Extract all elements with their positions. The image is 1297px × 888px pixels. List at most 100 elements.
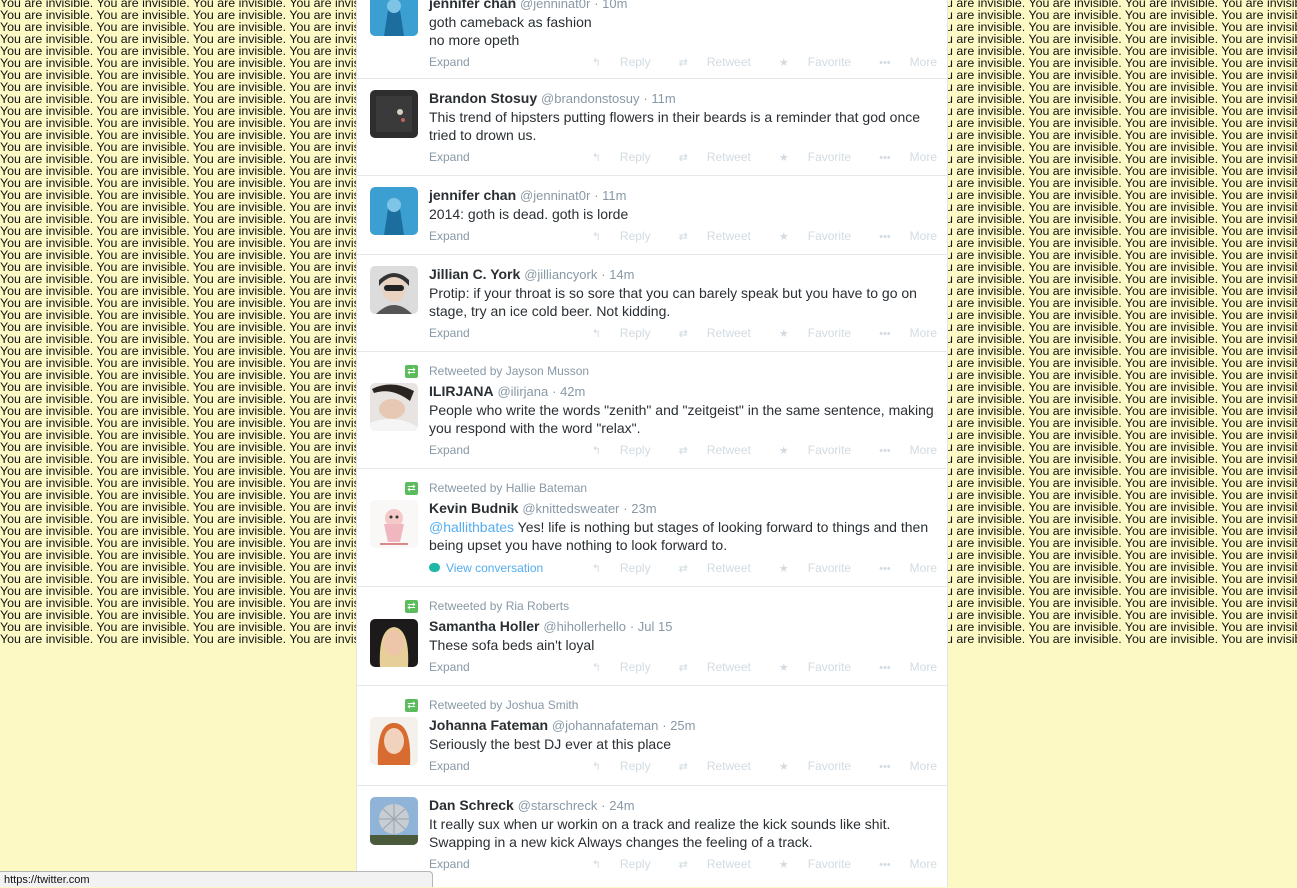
retweet-button[interactable]: ⇄ Retweet (665, 150, 751, 164)
tweet-fullname[interactable]: ILIRJANA (429, 383, 494, 399)
favorite-button[interactable]: ★ Favorite (765, 443, 851, 457)
avatar[interactable] (370, 383, 418, 431)
favorite-button[interactable]: ★ Favorite (765, 150, 851, 164)
expand-link[interactable]: Expand (429, 759, 470, 773)
tweet[interactable]: ⇄ Retweeted by Joshua Smith Johanna Fatem… (357, 685, 947, 786)
avatar[interactable] (370, 717, 418, 765)
tweet-username[interactable]: @jenninat0r (520, 0, 590, 11)
mention-link[interactable]: @hallithbates (429, 519, 514, 535)
tweet-fullname[interactable]: Kevin Budnik (429, 500, 518, 516)
tweet-text: goth cameback as fashion no more opeth (429, 14, 592, 48)
tweet-timestamp[interactable]: 14m (609, 267, 634, 282)
tweet-fullname[interactable]: jennifer chan (429, 0, 516, 11)
expand-link[interactable]: Expand (429, 55, 470, 69)
tweet-username[interactable]: @starschreck (518, 798, 598, 813)
expand-link[interactable]: Expand (429, 443, 470, 457)
tweet[interactable]: ⇄ Retweeted by Jayson Musson ILIRJANA @il… (357, 351, 947, 469)
retweet-button[interactable]: ⇄ Retweet (665, 229, 751, 243)
favorite-button[interactable]: ★ Favorite (765, 229, 851, 243)
more-button[interactable]: ••• More (865, 150, 937, 164)
reply-button[interactable]: ↰ Reply (578, 561, 651, 575)
tweet-fullname[interactable]: Johanna Fateman (429, 717, 548, 733)
favorite-button[interactable]: ★ Favorite (765, 326, 851, 340)
more-button[interactable]: ••• More (865, 759, 937, 773)
reply-button[interactable]: ↰ Reply (578, 326, 651, 340)
more-button[interactable]: ••• More (865, 561, 937, 575)
reply-button[interactable]: ↰ Reply (578, 660, 651, 674)
tweet[interactable]: Jillian C. York @jilliancyork · 14m Prot… (357, 254, 947, 352)
reply-button[interactable]: ↰ Reply (578, 857, 651, 871)
favorite-button[interactable]: ★ Favorite (765, 55, 851, 69)
tweet[interactable]: jennifer chan @jenninat0r · 10m goth cam… (357, 0, 947, 79)
tweet-timestamp[interactable]: 24m (609, 798, 634, 813)
favorite-button[interactable]: ★ Favorite (765, 660, 851, 674)
tweet[interactable]: Brandon Stosuy @brandonstosuy · 11m This… (357, 78, 947, 176)
tweet-fullname[interactable]: jennifer chan (429, 187, 516, 203)
retweeted-by-text[interactable]: Retweeted by Ria Roberts (429, 599, 569, 613)
tweet-username[interactable]: @ilirjana (497, 384, 548, 399)
more-button[interactable]: ••• More (865, 857, 937, 871)
avatar[interactable] (370, 619, 418, 667)
reply-button[interactable]: ↰ Reply (578, 55, 651, 69)
retweeted-by-text[interactable]: Retweeted by Joshua Smith (429, 698, 578, 712)
tweet-fullname[interactable]: Samantha Holler (429, 618, 539, 634)
retweet-button[interactable]: ⇄ Retweet (665, 759, 751, 773)
expand-link[interactable]: Expand (429, 150, 470, 164)
avatar[interactable] (370, 90, 418, 138)
more-button[interactable]: ••• More (865, 55, 937, 69)
reply-button[interactable]: ↰ Reply (578, 229, 651, 243)
view-conversation-link[interactable]: View conversation (429, 561, 543, 575)
expand-link[interactable]: Expand (429, 326, 470, 340)
avatar[interactable] (370, 266, 418, 314)
tweet-actions: ↰ Reply ⇄ Retweet ★ Favorite ••• More (564, 857, 937, 871)
reply-button[interactable]: ↰ Reply (578, 443, 651, 457)
retweet-icon: ⇄ (678, 152, 688, 164)
retweet-button[interactable]: ⇄ Retweet (665, 443, 751, 457)
retweet-button[interactable]: ⇄ Retweet (665, 326, 751, 340)
avatar[interactable] (370, 797, 418, 845)
tweet-timestamp[interactable]: 42m (560, 384, 585, 399)
retweet-button[interactable]: ⇄ Retweet (665, 561, 751, 575)
tweet-username[interactable]: @hihollerhello (543, 619, 626, 634)
tweet-username[interactable]: @brandonstosuy (541, 91, 639, 106)
retweet-button[interactable]: ⇄ Retweet (665, 660, 751, 674)
retweeted-by-text[interactable]: Retweeted by Hallie Bateman (429, 481, 587, 495)
tweet[interactable]: Dan Schreck @starschreck · 24m It really… (357, 785, 947, 887)
retweet-button[interactable]: ⇄ Retweet (665, 55, 751, 69)
tweet-timestamp[interactable]: 25m (670, 718, 695, 733)
expand-link[interactable]: Expand (429, 857, 470, 871)
avatar[interactable] (370, 500, 418, 548)
expand-link[interactable]: Expand (429, 229, 470, 243)
tweet[interactable]: ⇄ Retweeted by Hallie Bateman Kevin Budni… (357, 468, 947, 587)
favorite-button[interactable]: ★ Favorite (765, 759, 851, 773)
tweet-username[interactable]: @jilliancyork (524, 267, 597, 282)
retweeted-by-text[interactable]: Retweeted by Jayson Musson (429, 364, 589, 378)
tweet[interactable]: jennifer chan @jenninat0r · 11m 2014: go… (357, 175, 947, 255)
tweet-username[interactable]: @johannafateman (552, 718, 658, 733)
reply-button[interactable]: ↰ Reply (578, 759, 651, 773)
reply-button[interactable]: ↰ Reply (578, 150, 651, 164)
tweet-timestamp[interactable]: 23m (631, 501, 656, 516)
tweet-timestamp[interactable]: 11m (602, 188, 626, 203)
favorite-button[interactable]: ★ Favorite (765, 561, 851, 575)
tweet[interactable]: ⇄ Retweeted by Ria Roberts Samantha Holle… (357, 586, 947, 686)
tweet-fullname[interactable]: Jillian C. York (429, 266, 520, 282)
avatar[interactable] (370, 187, 418, 235)
tweet-timestamp[interactable]: 10m (602, 0, 627, 11)
more-dots-icon: ••• (879, 231, 891, 243)
more-button[interactable]: ••• More (865, 660, 937, 674)
tweet-fullname[interactable]: Brandon Stosuy (429, 90, 537, 106)
retweet-icon: ⇄ (405, 600, 418, 613)
tweet-username[interactable]: @jenninat0r (520, 188, 590, 203)
expand-link[interactable]: Expand (429, 660, 470, 674)
tweet-username[interactable]: @knittedsweater (522, 501, 619, 516)
tweet-timestamp[interactable]: Jul 15 (638, 619, 673, 634)
tweet-fullname[interactable]: Dan Schreck (429, 797, 514, 813)
avatar[interactable] (370, 0, 418, 36)
more-button[interactable]: ••• More (865, 443, 937, 457)
more-button[interactable]: ••• More (865, 229, 937, 243)
retweet-button[interactable]: ⇄ Retweet (665, 857, 751, 871)
more-button[interactable]: ••• More (865, 326, 937, 340)
favorite-button[interactable]: ★ Favorite (765, 857, 851, 871)
tweet-timestamp[interactable]: 11m (651, 91, 675, 106)
